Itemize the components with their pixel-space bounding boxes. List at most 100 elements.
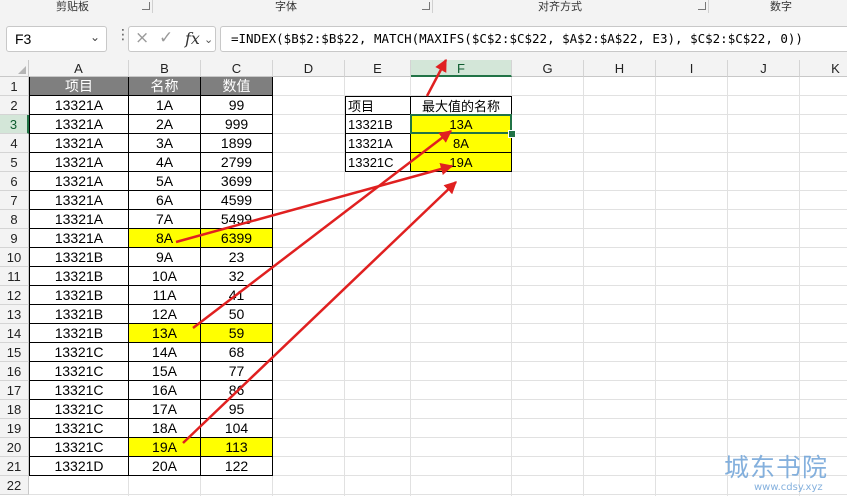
source-header-value[interactable]: 数值 (201, 77, 273, 96)
row-header-19[interactable]: 19 (0, 419, 29, 438)
source-cell-name[interactable]: 17A (129, 400, 201, 419)
source-cell-name[interactable]: 12A (129, 305, 201, 324)
source-cell-project[interactable]: 13321C (29, 343, 129, 362)
column-header-e[interactable]: E (345, 60, 411, 77)
enter-icon[interactable]: ✓ (159, 28, 173, 48)
source-cell-name[interactable]: 16A (129, 381, 201, 400)
source-cell-value[interactable]: 3699 (201, 172, 273, 191)
source-cell-value[interactable]: 113 (201, 438, 273, 457)
clipboard-dialog-launcher-icon[interactable] (142, 2, 150, 10)
column-header-b[interactable]: B (129, 60, 201, 77)
source-cell-project[interactable]: 13321B (29, 324, 129, 343)
source-cell-name[interactable]: 4A (129, 153, 201, 172)
select-all-button[interactable] (0, 60, 29, 77)
column-header-i[interactable]: I (656, 60, 728, 77)
source-cell-name[interactable]: 10A (129, 267, 201, 286)
column-header-g[interactable]: G (512, 60, 584, 77)
source-cell-project[interactable]: 13321C (29, 362, 129, 381)
source-cell-name[interactable]: 18A (129, 419, 201, 438)
source-cell-name[interactable]: 15A (129, 362, 201, 381)
source-cell-name[interactable]: 6A (129, 191, 201, 210)
row-header-16[interactable]: 16 (0, 362, 29, 381)
source-cell-value[interactable]: 5499 (201, 210, 273, 229)
column-header-k[interactable]: K (800, 60, 847, 77)
source-cell-project[interactable]: 13321B (29, 267, 129, 286)
row-header-18[interactable]: 18 (0, 400, 29, 419)
source-cell-value[interactable]: 99 (201, 96, 273, 115)
column-header-c[interactable]: C (201, 60, 273, 77)
column-header-f[interactable]: F (411, 60, 512, 77)
source-cell-name[interactable]: 11A (129, 286, 201, 305)
source-cell-project[interactable]: 13321D (29, 457, 129, 476)
chevron-down-icon[interactable]: ⌄ (204, 33, 213, 46)
source-cell-value[interactable]: 104 (201, 419, 273, 438)
row-header-4[interactable]: 4 (0, 134, 29, 153)
chevron-down-icon[interactable]: ⌄ (90, 30, 100, 44)
result-cell-maxname[interactable]: 19A (411, 153, 512, 172)
row-header-15[interactable]: 15 (0, 343, 29, 362)
font-dialog-launcher-icon[interactable] (422, 2, 430, 10)
source-cell-name[interactable]: 19A (129, 438, 201, 457)
row-header-14[interactable]: 14 (0, 324, 29, 343)
source-cell-name[interactable]: 14A (129, 343, 201, 362)
source-cell-project[interactable]: 13321B (29, 305, 129, 324)
row-header-17[interactable]: 17 (0, 381, 29, 400)
source-cell-project[interactable]: 13321C (29, 419, 129, 438)
result-cell-project[interactable]: 13321B (345, 115, 411, 134)
row-header-11[interactable]: 11 (0, 267, 29, 286)
column-header-d[interactable]: D (273, 60, 345, 77)
formula-input[interactable]: =INDEX($B$2:$B$22, MATCH(MAXIFS($C$2:$C$… (220, 26, 847, 52)
source-cell-project[interactable]: 13321A (29, 115, 129, 134)
result-cell-maxname[interactable]: 8A (411, 134, 512, 153)
row-header-12[interactable]: 12 (0, 286, 29, 305)
source-cell-name[interactable]: 20A (129, 457, 201, 476)
source-cell-name[interactable]: 7A (129, 210, 201, 229)
row-header-22[interactable]: 22 (0, 476, 29, 495)
fill-handle[interactable] (508, 130, 516, 138)
source-header-name[interactable]: 名称 (129, 77, 201, 96)
column-header-h[interactable]: H (584, 60, 656, 77)
name-box[interactable]: F3 ⌄ (6, 26, 107, 52)
row-header-20[interactable]: 20 (0, 438, 29, 457)
insert-function-icon[interactable]: fx (185, 29, 200, 48)
row-header-1[interactable]: 1 (0, 77, 29, 96)
source-cell-project[interactable]: 13321B (29, 248, 129, 267)
source-cell-name[interactable]: 3A (129, 134, 201, 153)
source-cell-project[interactable]: 13321B (29, 286, 129, 305)
source-cell-value[interactable]: 95 (201, 400, 273, 419)
row-header-8[interactable]: 8 (0, 210, 29, 229)
row-header-21[interactable]: 21 (0, 457, 29, 476)
result-header-maxname[interactable]: 最大值的名称 (411, 96, 512, 115)
source-cell-project[interactable]: 13321A (29, 96, 129, 115)
cancel-icon[interactable]: × (135, 28, 149, 48)
source-cell-name[interactable]: 13A (129, 324, 201, 343)
source-cell-value[interactable]: 122 (201, 457, 273, 476)
source-cell-name[interactable]: 2A (129, 115, 201, 134)
source-header-project[interactable]: 项目 (29, 77, 129, 96)
source-cell-project[interactable]: 13321C (29, 438, 129, 457)
source-cell-project[interactable]: 13321A (29, 229, 129, 248)
source-cell-project[interactable]: 13321A (29, 172, 129, 191)
source-cell-value[interactable]: 23 (201, 248, 273, 267)
row-header-2[interactable]: 2 (0, 96, 29, 115)
source-cell-name[interactable]: 1A (129, 96, 201, 115)
row-header-3[interactable]: 3 (0, 115, 29, 134)
source-cell-project[interactable]: 13321C (29, 381, 129, 400)
row-header-7[interactable]: 7 (0, 191, 29, 210)
row-header-10[interactable]: 10 (0, 248, 29, 267)
result-cell-project[interactable]: 13321A (345, 134, 411, 153)
column-header-j[interactable]: J (728, 60, 800, 77)
row-header-9[interactable]: 9 (0, 229, 29, 248)
column-header-a[interactable]: A (29, 60, 129, 77)
source-cell-name[interactable]: 5A (129, 172, 201, 191)
result-cell-project[interactable]: 13321C (345, 153, 411, 172)
source-cell-value[interactable]: 32 (201, 267, 273, 286)
source-cell-project[interactable]: 13321A (29, 153, 129, 172)
source-cell-value[interactable]: 999 (201, 115, 273, 134)
source-cell-value[interactable]: 1899 (201, 134, 273, 153)
source-cell-project[interactable]: 13321C (29, 400, 129, 419)
source-cell-value[interactable]: 59 (201, 324, 273, 343)
source-cell-value[interactable]: 6399 (201, 229, 273, 248)
source-cell-value[interactable]: 86 (201, 381, 273, 400)
source-cell-name[interactable]: 9A (129, 248, 201, 267)
